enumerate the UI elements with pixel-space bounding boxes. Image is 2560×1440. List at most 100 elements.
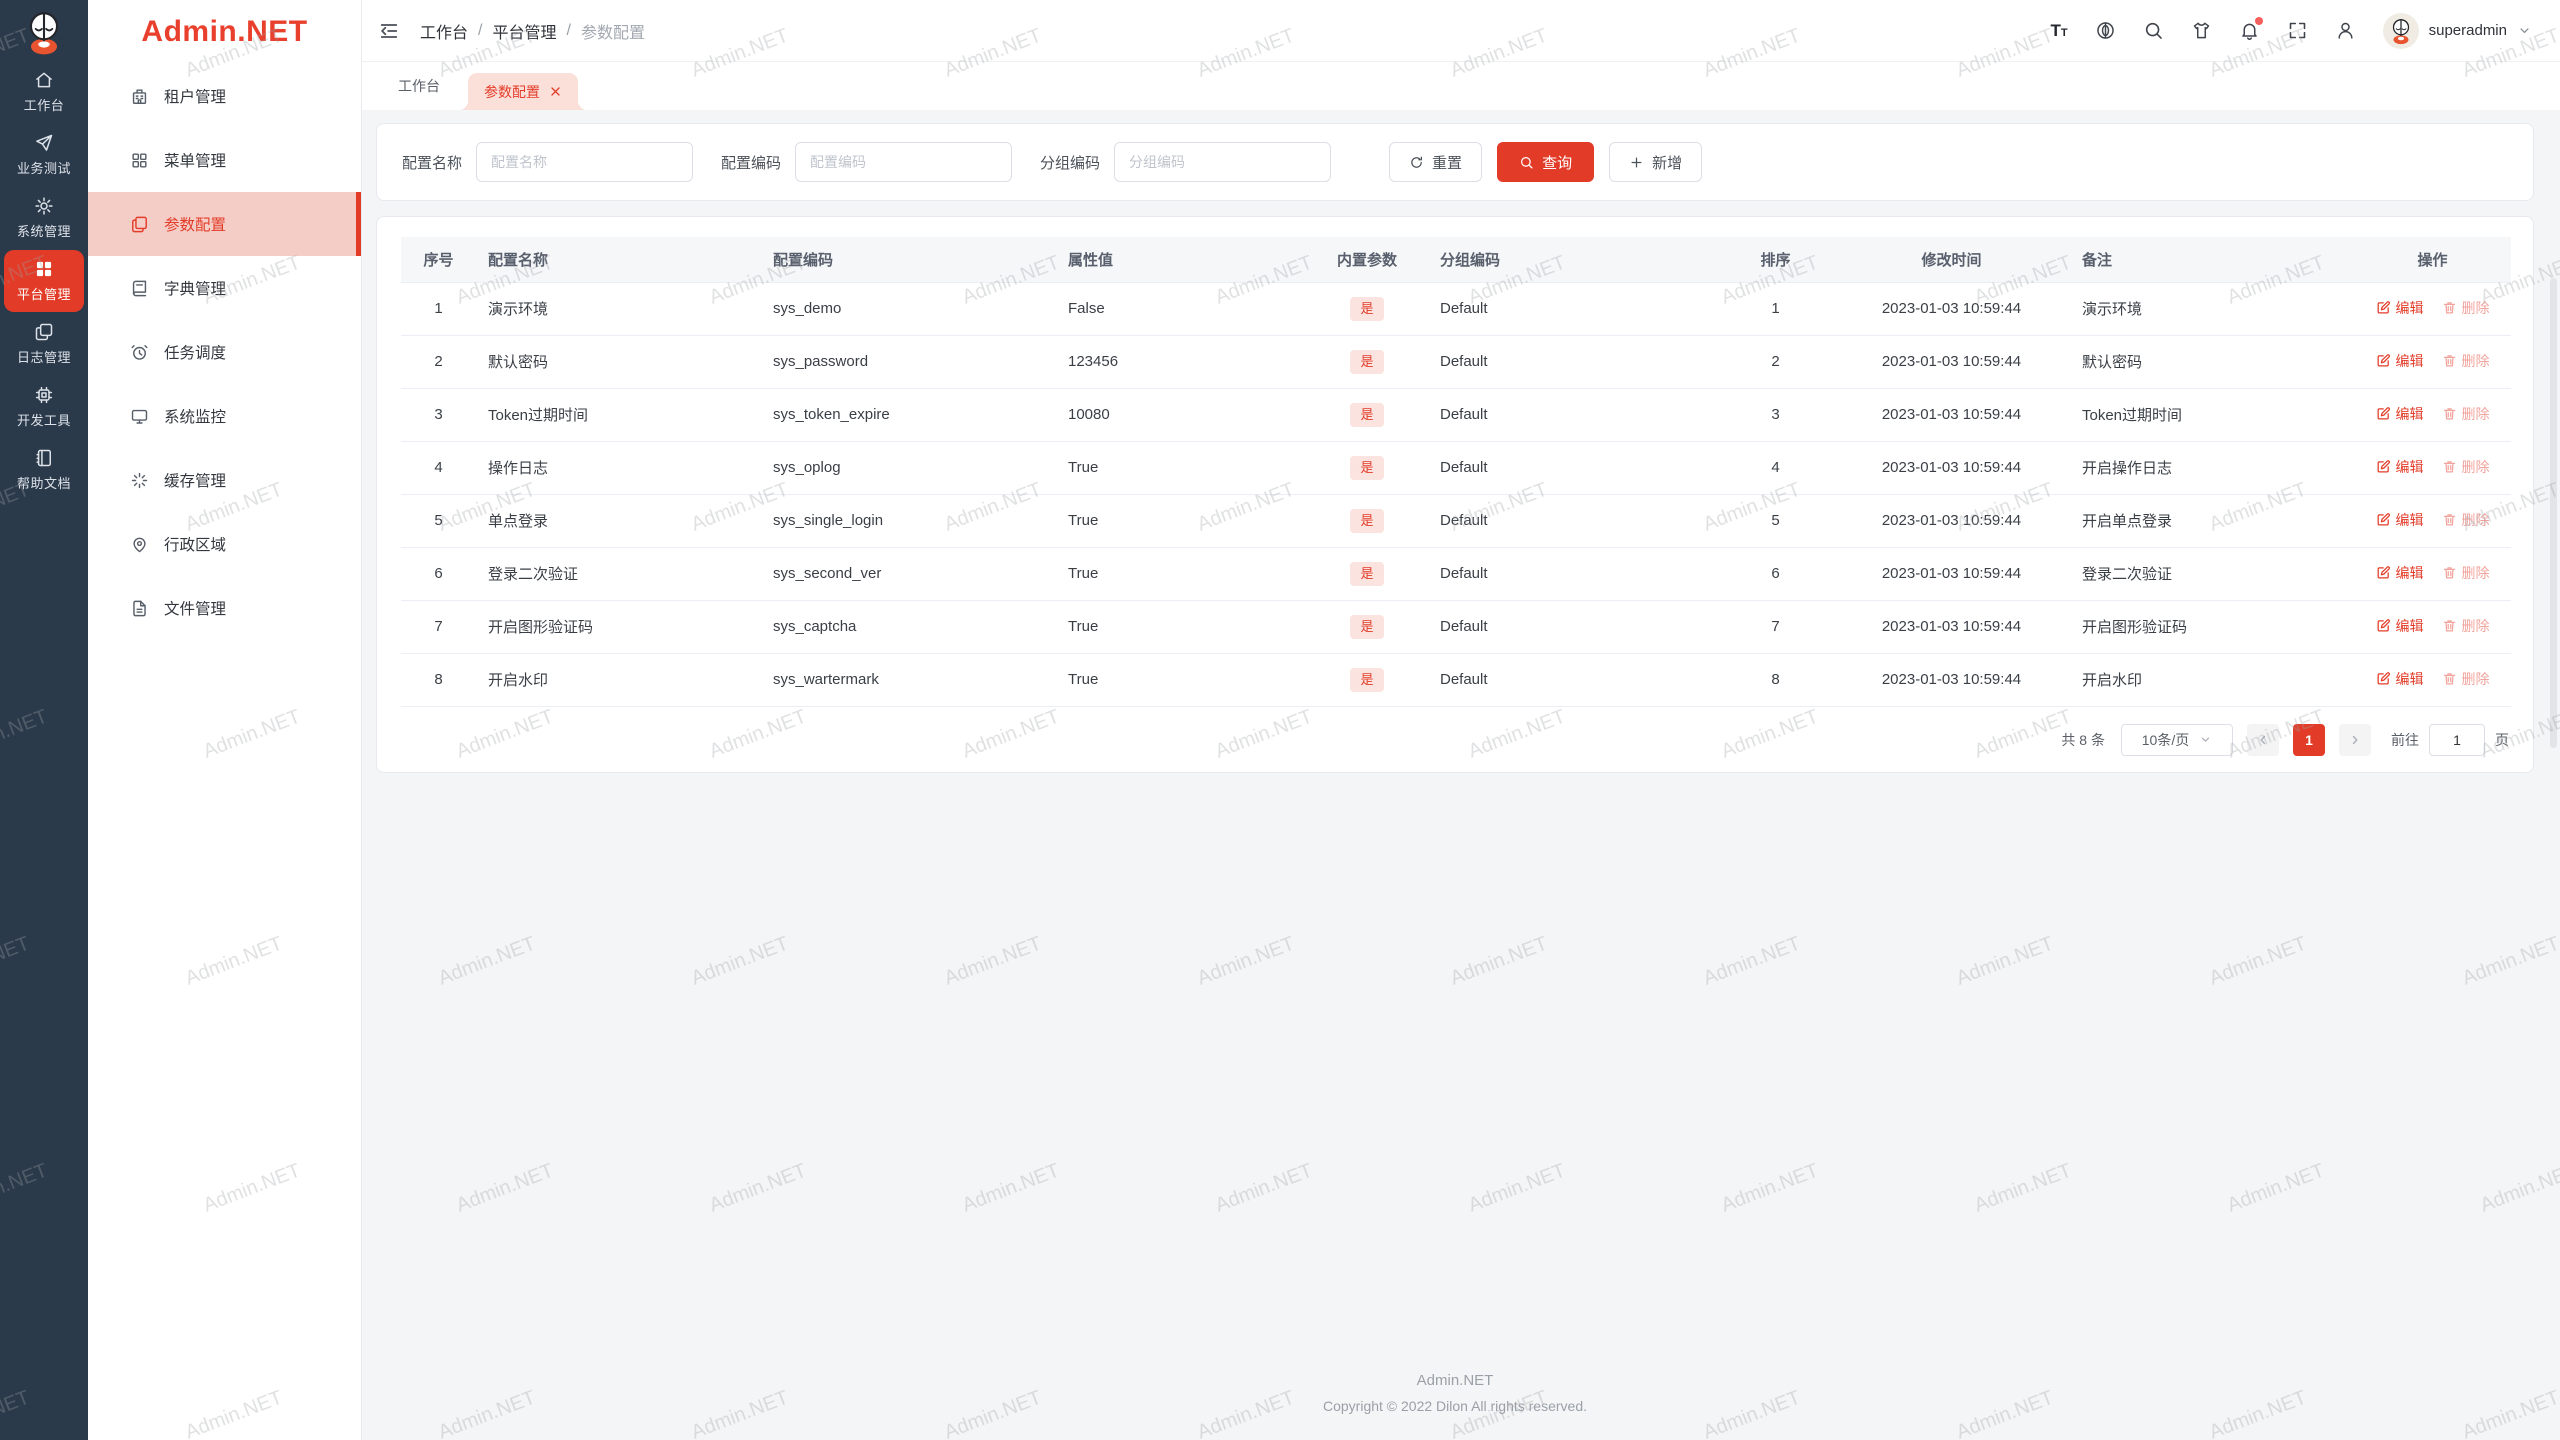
- cell-time: 2023-01-03 10:59:44: [1833, 282, 2070, 336]
- table-row: 6 登录二次验证 sys_second_ver True 是 Default 6 2023-0…: [401, 547, 2511, 601]
- prev-page-button[interactable]: [2247, 723, 2279, 756]
- table-row: 4 操作日志 sys_oplog True 是 Default 4 2023-01-03 10…: [401, 441, 2511, 495]
- rail-item-workbench[interactable]: 工作台: [4, 61, 84, 123]
- delete-button[interactable]: 删除: [2442, 457, 2490, 477]
- edit-label: 编辑: [2395, 617, 2424, 634]
- language-icon[interactable]: [2095, 20, 2116, 41]
- delete-button[interactable]: 删除: [2442, 351, 2490, 371]
- font-size-icon[interactable]: TT: [2050, 20, 2067, 41]
- page-number-1[interactable]: 1: [2293, 723, 2325, 756]
- query-button[interactable]: 查询: [1497, 142, 1595, 182]
- delete-label: 删除: [2461, 352, 2490, 369]
- sidebar-item-dict[interactable]: 字典管理: [88, 256, 361, 320]
- sidebar-item-region[interactable]: 行政区域: [88, 512, 361, 576]
- send-icon: [34, 133, 54, 153]
- sidebar-item-monitor[interactable]: 系统监控: [88, 384, 361, 448]
- delete-button[interactable]: 删除: [2442, 298, 2490, 318]
- config-code-input[interactable]: [795, 142, 1013, 182]
- config-name-input[interactable]: [476, 142, 694, 182]
- app-logo-mascot[interactable]: [0, 0, 88, 60]
- goto-page: 前往 页: [2391, 723, 2509, 756]
- cell-group: Default: [1428, 653, 1718, 707]
- rail-item-log[interactable]: 日志管理: [4, 313, 84, 375]
- next-page-button[interactable]: [2339, 723, 2371, 756]
- page-size-value: 10条/页: [2141, 731, 2190, 748]
- cell-ops: 编辑 删除: [2354, 441, 2511, 495]
- cell-code: sys_demo: [761, 282, 1056, 336]
- sidebar-item-task[interactable]: 任务调度: [88, 320, 361, 384]
- cell-builtin: 是: [1306, 653, 1428, 707]
- avatar[interactable]: [2382, 12, 2419, 49]
- cell-sort: 2: [1718, 335, 1833, 389]
- sidebar-item-file[interactable]: 文件管理: [88, 576, 361, 640]
- cell-value: True: [1056, 653, 1306, 707]
- cell-ops: 编辑 删除: [2354, 335, 2511, 389]
- breadcrumb-workbench[interactable]: 工作台: [420, 19, 468, 43]
- pagination-total: 共 8 条: [2061, 731, 2105, 748]
- delete-icon: [2442, 353, 2457, 368]
- user-icon[interactable]: [2335, 20, 2356, 41]
- edit-label: 编辑: [2395, 299, 2424, 316]
- edit-button[interactable]: 编辑: [2376, 351, 2424, 371]
- cell-remark: 开启图形验证码: [2070, 600, 2354, 654]
- delete-button[interactable]: 删除: [2442, 669, 2490, 689]
- goto-page-input[interactable]: [2429, 723, 2485, 756]
- user-menu[interactable]: superadmin: [2382, 12, 2532, 49]
- reset-button[interactable]: 重置: [1389, 142, 1483, 182]
- column-header-group: 分组编码: [1428, 237, 1718, 283]
- add-button[interactable]: 新增: [1609, 142, 1703, 182]
- edit-icon: [2376, 459, 2391, 474]
- cell-name: 默认密码: [476, 335, 761, 389]
- menu-grid-icon: [130, 151, 149, 170]
- fullscreen-icon[interactable]: [2287, 20, 2308, 41]
- sidebar-item-param[interactable]: 参数配置: [88, 192, 361, 256]
- edit-button[interactable]: 编辑: [2376, 510, 2424, 530]
- edit-icon: [2376, 353, 2391, 368]
- tab-workbench[interactable]: 工作台: [398, 68, 440, 104]
- rail-item-system[interactable]: 系统管理: [4, 187, 84, 249]
- edit-button[interactable]: 编辑: [2376, 298, 2424, 318]
- sidebar-item-menu[interactable]: 菜单管理: [88, 128, 361, 192]
- sidebar-item-label: 缓存管理: [164, 473, 227, 490]
- delete-button[interactable]: 删除: [2442, 510, 2490, 530]
- cell-group: Default: [1428, 282, 1718, 336]
- rail-item-platform[interactable]: 平台管理: [4, 250, 84, 312]
- mascot-avatar-icon: [2392, 18, 2409, 44]
- cell-sort: 6: [1718, 547, 1833, 601]
- edit-button[interactable]: 编辑: [2376, 457, 2424, 477]
- page-size-select[interactable]: 10条/页: [2121, 723, 2233, 756]
- theme-icon[interactable]: [2191, 20, 2212, 41]
- delete-button[interactable]: 删除: [2442, 563, 2490, 583]
- scrollbar-thumb[interactable]: [2550, 278, 2557, 748]
- rail-item-docs[interactable]: 帮助文档: [4, 439, 84, 501]
- edit-button[interactable]: 编辑: [2376, 616, 2424, 636]
- cell-index: 1: [401, 282, 476, 336]
- edit-icon: [2376, 565, 2391, 580]
- rail-item-test[interactable]: 业务测试: [4, 124, 84, 186]
- sidebar-item-label: 任务调度: [164, 345, 227, 362]
- cell-group: Default: [1428, 388, 1718, 442]
- sidebar-item-cache[interactable]: 缓存管理: [88, 448, 361, 512]
- group-code-input[interactable]: [1114, 142, 1332, 182]
- edit-button[interactable]: 编辑: [2376, 669, 2424, 689]
- sidebar-item-tenant[interactable]: 租户管理: [88, 64, 361, 128]
- close-icon[interactable]: [549, 85, 562, 98]
- notification-icon[interactable]: [2239, 17, 2263, 41]
- edit-button[interactable]: 编辑: [2376, 563, 2424, 583]
- tab-param-config[interactable]: 参数配置: [458, 73, 588, 110]
- breadcrumb-platform[interactable]: 平台管理: [492, 19, 556, 43]
- delete-button[interactable]: 删除: [2442, 404, 2490, 424]
- cell-sort: 4: [1718, 441, 1833, 495]
- delete-button[interactable]: 删除: [2442, 616, 2490, 636]
- edit-button[interactable]: 编辑: [2376, 404, 2424, 424]
- search-icon[interactable]: [2143, 20, 2164, 41]
- column-header-remark: 备注: [2070, 237, 2354, 283]
- page-unit-label: 页: [2495, 731, 2509, 748]
- chevron-down-icon: [2517, 23, 2532, 38]
- rail-item-label: 业务测试: [16, 161, 71, 176]
- edit-icon: [2376, 300, 2391, 315]
- rail-item-label: 系统管理: [16, 224, 71, 239]
- collapse-menu-icon[interactable]: [378, 20, 400, 42]
- cell-code: sys_oplog: [761, 441, 1056, 495]
- rail-item-devtools[interactable]: 开发工具: [4, 376, 84, 438]
